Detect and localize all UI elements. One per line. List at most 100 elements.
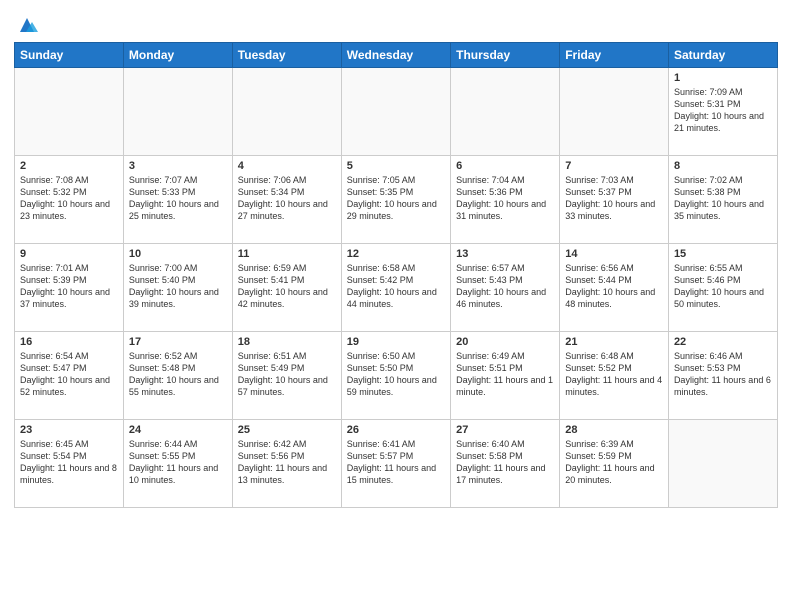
calendar-cell: 5Sunrise: 7:05 AM Sunset: 5:35 PM Daylig… [341,156,450,244]
day-info: Sunrise: 7:06 AM Sunset: 5:34 PM Dayligh… [238,174,336,223]
day-number: 28 [565,424,663,436]
day-info: Sunrise: 7:01 AM Sunset: 5:39 PM Dayligh… [20,262,118,311]
calendar-cell [341,68,450,156]
calendar-cell: 20 Sunrise: 6:49 AM Sunset: 5:51 PM Dayli… [451,332,560,420]
calendar-cell: 23 Sunrise: 6:45 AM Sunset: 5:54 PM Dayli… [15,420,124,508]
day-number: 15 [674,248,772,260]
day-number: 1 [674,72,772,84]
day-number: 21 [565,336,663,348]
calendar-cell [123,68,232,156]
day-number: 19 [347,336,445,348]
day-info: Sunrise: 6:39 AM Sunset: 5:59 PM Dayligh… [565,438,663,487]
day-info: Sunrise: 6:54 AM Sunset: 5:47 PM Dayligh… [20,350,118,399]
day-number: 23 [20,424,118,436]
calendar-cell: 14Sunrise: 6:56 AM Sunset: 5:44 PM Dayli… [560,244,669,332]
day-info: Sunrise: 6:41 AM Sunset: 5:57 PM Dayligh… [347,438,445,487]
calendar-cell: 16 Sunrise: 6:54 AM Sunset: 5:47 PM Dayli… [15,332,124,420]
calendar-cell: 25 Sunrise: 6:42 AM Sunset: 5:56 PM Dayli… [232,420,341,508]
day-number: 20 [456,336,554,348]
calendar-cell: 27Sunrise: 6:40 AM Sunset: 5:58 PM Dayli… [451,420,560,508]
calendar-cell: 13 Sunrise: 6:57 AM Sunset: 5:43 PM Dayli… [451,244,560,332]
day-number: 26 [347,424,445,436]
day-info: Sunrise: 6:45 AM Sunset: 5:54 PM Dayligh… [20,438,118,487]
calendar-header-monday: Monday [123,43,232,68]
day-info: Sunrise: 6:55 AM Sunset: 5:46 PM Dayligh… [674,262,772,311]
calendar-cell: 10 Sunrise: 7:00 AM Sunset: 5:40 PM Dayli… [123,244,232,332]
day-info: Sunrise: 7:00 AM Sunset: 5:40 PM Dayligh… [129,262,227,311]
day-info: Sunrise: 6:49 AM Sunset: 5:51 PM Dayligh… [456,350,554,399]
calendar-cell: 3 Sunrise: 7:07 AM Sunset: 5:33 PM Daylig… [123,156,232,244]
header [14,10,778,36]
calendar-cell: 18 Sunrise: 6:51 AM Sunset: 5:49 PM Dayli… [232,332,341,420]
day-info: Sunrise: 7:09 AM Sunset: 5:31 PM Dayligh… [674,86,772,135]
calendar-header-sunday: Sunday [15,43,124,68]
day-info: Sunrise: 7:03 AM Sunset: 5:37 PM Dayligh… [565,174,663,223]
day-number: 22 [674,336,772,348]
day-info: Sunrise: 6:50 AM Sunset: 5:50 PM Dayligh… [347,350,445,399]
day-info: Sunrise: 6:57 AM Sunset: 5:43 PM Dayligh… [456,262,554,311]
calendar-week-4: 23 Sunrise: 6:45 AM Sunset: 5:54 PM Dayli… [15,420,778,508]
calendar-week-3: 16 Sunrise: 6:54 AM Sunset: 5:47 PM Dayli… [15,332,778,420]
day-number: 18 [238,336,336,348]
day-info: Sunrise: 6:52 AM Sunset: 5:48 PM Dayligh… [129,350,227,399]
calendar-cell: 9 Sunrise: 7:01 AM Sunset: 5:39 PM Daylig… [15,244,124,332]
calendar-week-2: 9 Sunrise: 7:01 AM Sunset: 5:39 PM Daylig… [15,244,778,332]
day-number: 9 [20,248,118,260]
day-info: Sunrise: 7:04 AM Sunset: 5:36 PM Dayligh… [456,174,554,223]
calendar-cell: 21Sunrise: 6:48 AM Sunset: 5:52 PM Dayli… [560,332,669,420]
day-info: Sunrise: 6:59 AM Sunset: 5:41 PM Dayligh… [238,262,336,311]
calendar-cell: 12 Sunrise: 6:58 AM Sunset: 5:42 PM Dayli… [341,244,450,332]
day-info: Sunrise: 6:51 AM Sunset: 5:49 PM Dayligh… [238,350,336,399]
logo-icon [16,14,38,36]
day-number: 27 [456,424,554,436]
day-number: 7 [565,160,663,172]
calendar-cell [451,68,560,156]
calendar-week-1: 2 Sunrise: 7:08 AM Sunset: 5:32 PM Daylig… [15,156,778,244]
calendar-cell: 19 Sunrise: 6:50 AM Sunset: 5:50 PM Dayli… [341,332,450,420]
day-number: 13 [456,248,554,260]
calendar-cell [232,68,341,156]
day-number: 6 [456,160,554,172]
day-info: Sunrise: 6:44 AM Sunset: 5:55 PM Dayligh… [129,438,227,487]
day-number: 2 [20,160,118,172]
day-number: 3 [129,160,227,172]
day-info: Sunrise: 7:08 AM Sunset: 5:32 PM Dayligh… [20,174,118,223]
day-number: 12 [347,248,445,260]
day-info: Sunrise: 6:42 AM Sunset: 5:56 PM Dayligh… [238,438,336,487]
calendar-cell: 28 Sunrise: 6:39 AM Sunset: 5:59 PM Dayli… [560,420,669,508]
day-info: Sunrise: 6:56 AM Sunset: 5:44 PM Dayligh… [565,262,663,311]
day-number: 17 [129,336,227,348]
calendar-cell: 11 Sunrise: 6:59 AM Sunset: 5:41 PM Dayli… [232,244,341,332]
day-number: 11 [238,248,336,260]
calendar-header-friday: Friday [560,43,669,68]
day-number: 10 [129,248,227,260]
calendar-header-wednesday: Wednesday [341,43,450,68]
day-number: 24 [129,424,227,436]
calendar-header-thursday: Thursday [451,43,560,68]
logo [14,14,38,36]
calendar-cell: 2 Sunrise: 7:08 AM Sunset: 5:32 PM Daylig… [15,156,124,244]
calendar-cell: 6 Sunrise: 7:04 AM Sunset: 5:36 PM Daylig… [451,156,560,244]
day-info: Sunrise: 7:07 AM Sunset: 5:33 PM Dayligh… [129,174,227,223]
calendar-cell [15,68,124,156]
calendar-cell: 8Sunrise: 7:02 AM Sunset: 5:38 PM Daylig… [668,156,777,244]
day-info: Sunrise: 6:58 AM Sunset: 5:42 PM Dayligh… [347,262,445,311]
calendar-header-tuesday: Tuesday [232,43,341,68]
day-info: Sunrise: 6:46 AM Sunset: 5:53 PM Dayligh… [674,350,772,399]
calendar-cell: 7 Sunrise: 7:03 AM Sunset: 5:37 PM Daylig… [560,156,669,244]
day-number: 4 [238,160,336,172]
calendar-header-row: SundayMondayTuesdayWednesdayThursdayFrid… [15,43,778,68]
calendar-cell: 26 Sunrise: 6:41 AM Sunset: 5:57 PM Dayli… [341,420,450,508]
calendar-table: SundayMondayTuesdayWednesdayThursdayFrid… [14,42,778,508]
day-number: 16 [20,336,118,348]
day-number: 5 [347,160,445,172]
day-number: 25 [238,424,336,436]
calendar-cell [560,68,669,156]
calendar-cell: 22 Sunrise: 6:46 AM Sunset: 5:53 PM Dayli… [668,332,777,420]
calendar-cell: 17 Sunrise: 6:52 AM Sunset: 5:48 PM Dayli… [123,332,232,420]
page: SundayMondayTuesdayWednesdayThursdayFrid… [0,0,792,612]
calendar-header-saturday: Saturday [668,43,777,68]
calendar-cell [668,420,777,508]
calendar-cell: 24 Sunrise: 6:44 AM Sunset: 5:55 PM Dayli… [123,420,232,508]
calendar-cell: 4 Sunrise: 7:06 AM Sunset: 5:34 PM Daylig… [232,156,341,244]
